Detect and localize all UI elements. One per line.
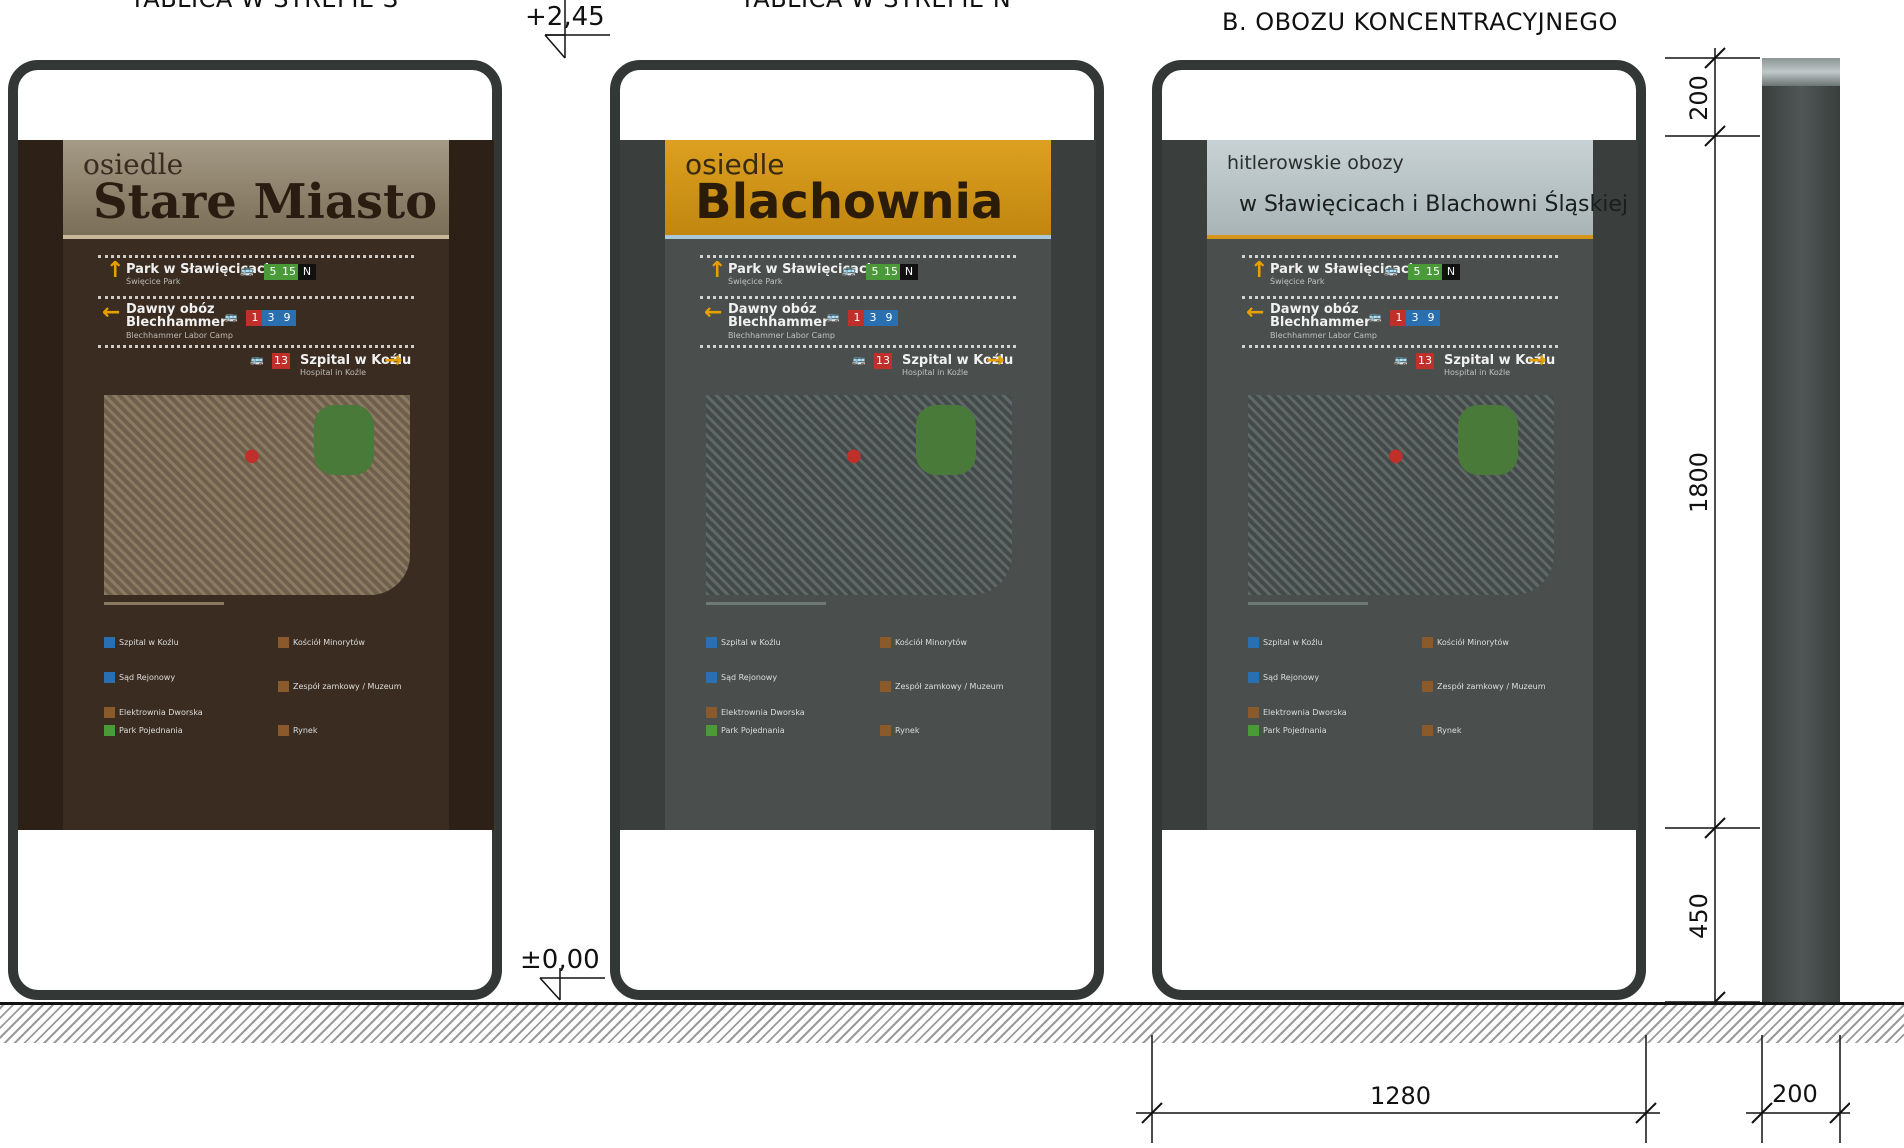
- header-small-text: hitlerowskie obozy: [1227, 152, 1404, 174]
- divider: [98, 255, 414, 258]
- header-big-text: Blachownia: [695, 174, 1004, 230]
- map-scale: [706, 602, 826, 605]
- map-park-area: [1458, 405, 1518, 475]
- arrow-left-icon: ←: [102, 300, 121, 325]
- legend-item: Szpital w Koźlu: [706, 637, 781, 648]
- badge-line: 13: [272, 353, 290, 369]
- level-ground-label: ±0,00: [520, 945, 600, 975]
- bus-icon: 🚌: [224, 310, 238, 323]
- divider: [1242, 296, 1558, 299]
- divider: [98, 345, 414, 348]
- header-big-text: w Sławięcicach i Blachowni Śląskiej: [1239, 192, 1628, 217]
- legend-item: Kościół Minorytów: [1422, 637, 1509, 648]
- badge-line: 9: [1422, 310, 1440, 326]
- legend-item: Park Pojednania: [104, 725, 183, 736]
- badge-line: N: [900, 264, 918, 280]
- bus-icon: 🚌: [240, 264, 254, 277]
- city-map: ●: [1248, 395, 1554, 595]
- arrow-right-icon: →: [1528, 348, 1547, 373]
- side-view-post: [1762, 58, 1840, 1002]
- bus-icon: 🚌: [1384, 264, 1398, 277]
- sign-title-left: TABLICA W STREFIE S: [130, 0, 398, 13]
- bus-icon: 🚌: [1368, 310, 1382, 323]
- legend-item: Kościół Minorytów: [880, 637, 967, 648]
- direction-camp: Dawny obóz Blechhammer Blechhammer Labor C…: [126, 302, 233, 340]
- legend-item: Rynek: [278, 725, 317, 736]
- legend-item: Park Pojednania: [706, 725, 785, 736]
- arrow-left-icon: ←: [704, 300, 723, 325]
- divider: [1242, 255, 1558, 258]
- legend-item: Elektrownia Dworska: [104, 707, 203, 718]
- sign-panel: osiedle Blachownia ↑ Park w Sławięcicach…: [620, 140, 1096, 830]
- badge-line: 15: [882, 264, 900, 280]
- legend-item: Elektrownia Dworska: [706, 707, 805, 718]
- dim-base-height: 450: [1685, 893, 1713, 939]
- badge-line: N: [298, 264, 316, 280]
- dim-panel-height: 1800: [1685, 451, 1713, 513]
- badge-line: 13: [874, 353, 892, 369]
- sign-panel: osiedle Stare Miasto ↑ Park w Sławięcica…: [18, 140, 494, 830]
- badge-line: 15: [280, 264, 298, 280]
- level-top-label: +2,45: [525, 2, 605, 32]
- header-big-text: Stare Miasto: [93, 174, 438, 230]
- map-pin-icon: ●: [846, 445, 862, 466]
- horizontal-dimension-lines: [1136, 1035, 1850, 1143]
- legend-item: Sąd Rejonowy: [706, 672, 777, 683]
- bus-icon: 🚌: [852, 353, 866, 366]
- legend-item: Kościół Minorytów: [278, 637, 365, 648]
- legend-item: Szpital w Koźlu: [1248, 637, 1323, 648]
- side-view-cap: [1762, 58, 1840, 86]
- legend-item: Zespół zamkowy / Muzeum: [278, 681, 402, 692]
- legend-item: Rynek: [880, 725, 919, 736]
- map-park-area: [314, 405, 374, 475]
- map-pin-icon: ●: [1388, 445, 1404, 466]
- legend-item: Zespół zamkowy / Muzeum: [1422, 681, 1546, 692]
- arrow-up-icon: ↑: [1250, 258, 1269, 283]
- badge-line: N: [1442, 264, 1460, 280]
- arrow-right-icon: →: [384, 348, 403, 373]
- sign-panel: hitlerowskie obozy w Sławięcicach i Blac…: [1162, 140, 1638, 830]
- legend-item: Rynek: [1422, 725, 1461, 736]
- map-pin-icon: ●: [244, 445, 260, 466]
- legend-item: Zespół zamkowy / Muzeum: [880, 681, 1004, 692]
- panel-header: osiedle Stare Miasto: [63, 140, 449, 239]
- city-map: ●: [104, 395, 410, 595]
- divider: [700, 345, 1016, 348]
- bus-icon: 🚌: [826, 310, 840, 323]
- divider: [98, 296, 414, 299]
- divider: [700, 255, 1016, 258]
- arrow-left-icon: ←: [1246, 300, 1265, 325]
- sign-title-middle: TABLICA W STREFIE N: [740, 0, 1011, 13]
- bus-icon: 🚌: [250, 353, 264, 366]
- legend-item: Szpital w Koźlu: [104, 637, 179, 648]
- arrow-up-icon: ↑: [708, 258, 727, 283]
- vertical-dimension-lines: [1665, 47, 1760, 1013]
- sign-title-right: B. OBOZU KONCENTRACYJNEGO: [1222, 8, 1618, 36]
- bus-icon: 🚌: [842, 264, 856, 277]
- badge-line: 15: [1424, 264, 1442, 280]
- legend-item: Park Pojednania: [1248, 725, 1327, 736]
- arrow-right-icon: →: [986, 348, 1005, 373]
- map-park-area: [916, 405, 976, 475]
- legend-item: Elektrownia Dworska: [1248, 707, 1347, 718]
- direction-camp: Dawny obóz Blechhammer Blechhammer Labor C…: [1270, 302, 1377, 340]
- legend-item: Sąd Rejonowy: [104, 672, 175, 683]
- badge-line: 13: [1416, 353, 1434, 369]
- panel-header: osiedle Blachownia: [665, 140, 1051, 239]
- map-scale: [1248, 602, 1368, 605]
- badge-line: 9: [278, 310, 296, 326]
- bus-icon: 🚌: [1394, 353, 1408, 366]
- panel-header: hitlerowskie obozy w Sławięcicach i Blac…: [1207, 140, 1628, 239]
- city-map: ●: [706, 395, 1012, 595]
- direction-camp: Dawny obóz Blechhammer Blechhammer Labor C…: [728, 302, 835, 340]
- divider: [700, 296, 1016, 299]
- badge-line: 9: [880, 310, 898, 326]
- dim-width: 1280: [1370, 1082, 1432, 1110]
- dim-depth: 200: [1772, 1080, 1818, 1108]
- legend-item: Sąd Rejonowy: [1248, 672, 1319, 683]
- dim-header-height: 200: [1685, 75, 1713, 121]
- map-scale: [104, 602, 224, 605]
- arrow-up-icon: ↑: [106, 258, 125, 283]
- divider: [1242, 345, 1558, 348]
